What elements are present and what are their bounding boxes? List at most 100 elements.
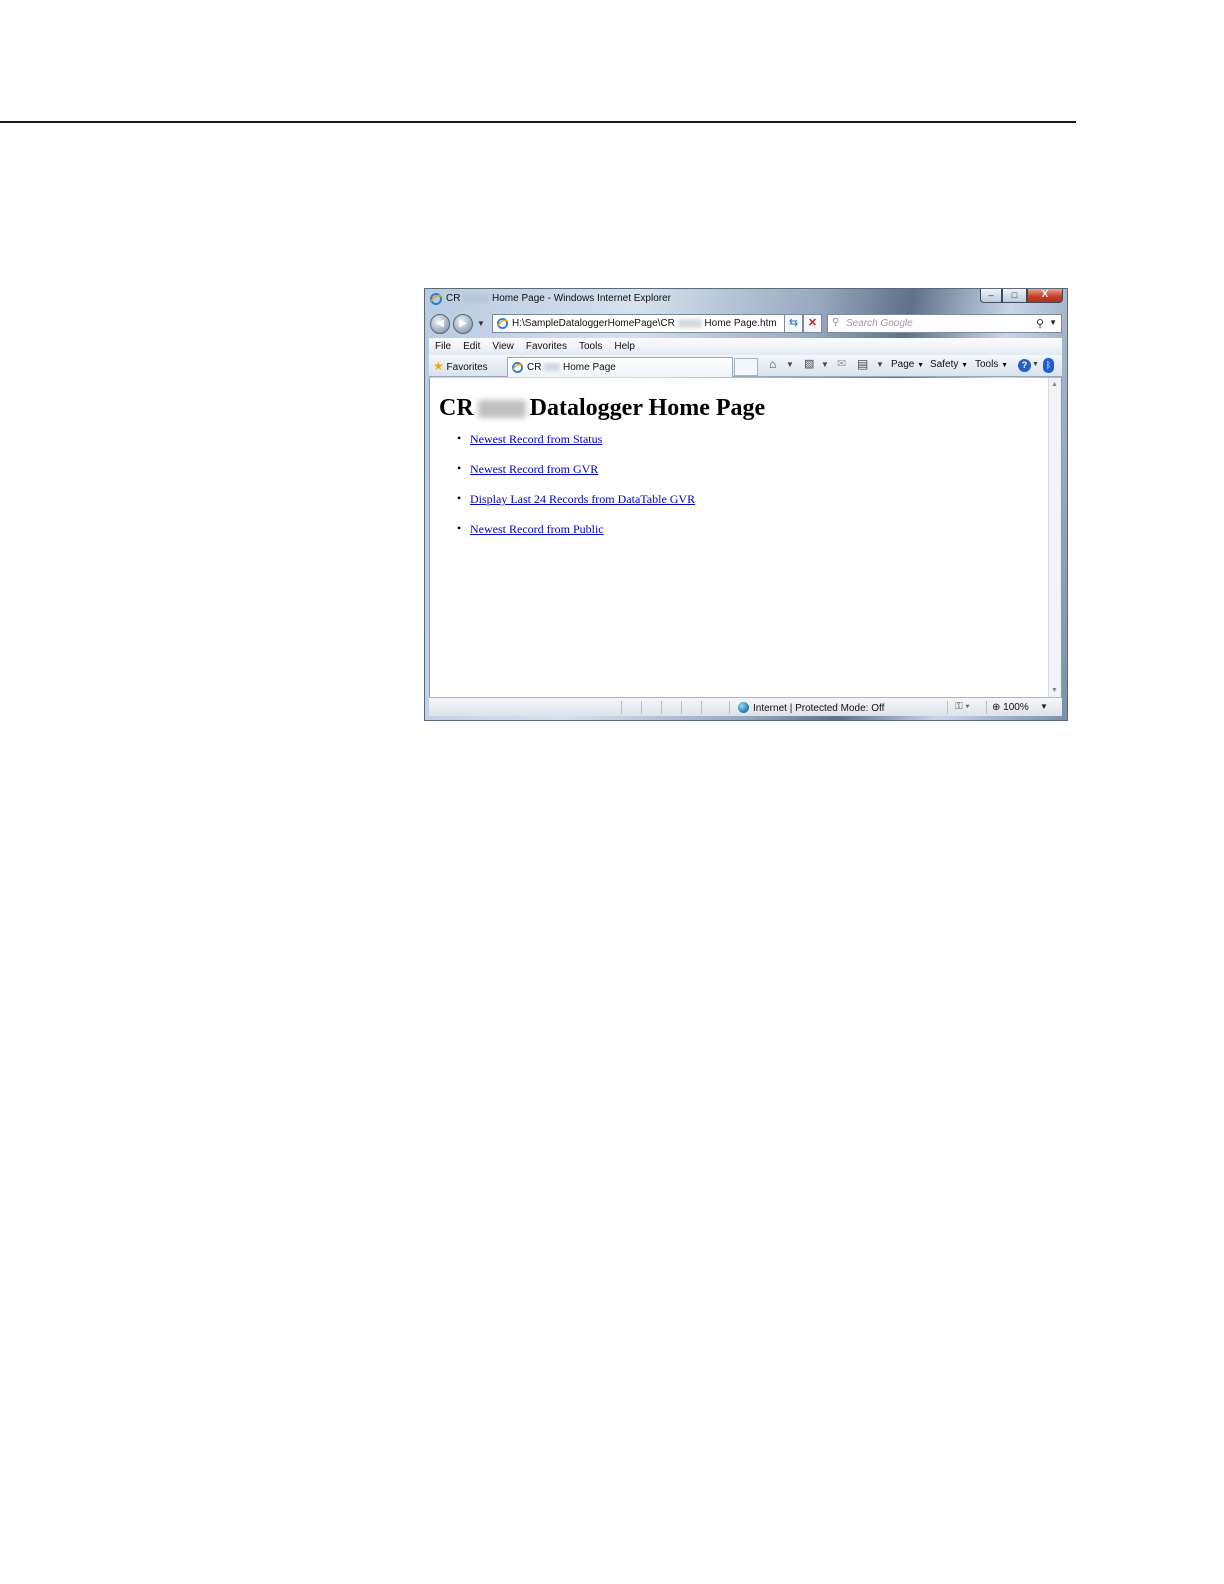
feeds-icon[interactable]: ▧ — [804, 357, 814, 370]
safety-menu-label: Safety — [930, 359, 959, 370]
refresh-button[interactable]: ⇆ — [784, 314, 803, 333]
address-suffix: Home Page.htm — [704, 318, 777, 329]
internet-globe-icon — [738, 702, 749, 713]
tab-title: CR Home Page — [527, 362, 616, 373]
protected-mode-icon[interactable]: ⚿ ▾ — [955, 701, 970, 712]
favorites-button[interactable]: ★ Favorites — [433, 359, 488, 373]
page-menu-dropdown-icon: ▼ — [917, 362, 925, 369]
tab-home-page[interactable]: CR Home Page — [507, 357, 733, 377]
address-prefix: H:\SampleDataloggerHomePage\CR — [512, 318, 675, 329]
link-last-24-records-gvr[interactable]: Display Last 24 Records from DataTable G… — [470, 492, 695, 506]
window-title-suffix: Home Page - Windows Internet Explorer — [492, 293, 671, 304]
tools-menu-label: Tools — [975, 359, 999, 370]
help-dropdown-icon[interactable]: ▼ — [1032, 361, 1039, 368]
status-divider — [947, 701, 948, 714]
search-provider-icon: ⚲ — [832, 317, 840, 328]
tools-menu-dropdown-icon: ▼ — [1001, 362, 1009, 369]
command-bar: ★ Favorites CR Home Page ⌂ ▼ ▧ ▼ ✉ ▤ ▼ P… — [429, 355, 1062, 377]
browser-window: CR Home Page - Windows Internet Explorer… — [424, 288, 1068, 721]
window-controls: – □ X — [980, 289, 1063, 303]
back-button[interactable]: ◀ — [430, 314, 450, 334]
title-bar[interactable]: CR Home Page - Windows Internet Explorer… — [425, 289, 1067, 309]
star-icon: ★ — [433, 359, 444, 373]
status-divider — [621, 701, 622, 714]
redacted-model-number — [544, 363, 561, 372]
tab-ie-icon — [512, 362, 523, 373]
search-icon[interactable]: ⚲ — [1036, 317, 1044, 330]
read-mail-icon[interactable]: ✉ — [837, 357, 846, 370]
status-divider — [701, 701, 702, 714]
menu-help[interactable]: Help — [608, 341, 641, 352]
feeds-dropdown-icon[interactable]: ▼ — [821, 360, 829, 369]
security-zone-status[interactable]: Internet | Protected Mode: Off — [738, 702, 884, 714]
home-icon[interactable]: ⌂ — [769, 357, 776, 371]
status-divider — [729, 701, 730, 714]
menu-bar: File Edit View Favorites Tools Help — [429, 338, 1062, 355]
window-title-prefix: CR — [446, 293, 461, 304]
menu-favorites[interactable]: Favorites — [520, 341, 573, 352]
page-title-suffix: Datalogger Home Page — [529, 395, 766, 421]
status-divider — [661, 701, 662, 714]
vertical-scrollbar[interactable]: ▲ ▼ — [1048, 378, 1061, 697]
print-dropdown-icon[interactable]: ▼ — [876, 360, 884, 369]
zoom-level-button[interactable]: ⊕ 100% — [992, 702, 1029, 713]
record-links-list: Newest Record from Status Newest Record … — [457, 431, 695, 552]
link-newest-record-status[interactable]: Newest Record from Status — [470, 432, 602, 446]
security-zone-text: Internet | Protected Mode: Off — [753, 703, 885, 714]
zoom-dropdown-icon[interactable]: ▼ — [1040, 702, 1048, 711]
menu-edit[interactable]: Edit — [457, 341, 486, 352]
page-ie-icon — [497, 318, 508, 329]
bluetooth-icon[interactable]: ᛒ — [1043, 358, 1054, 373]
page-title-prefix: CR — [439, 395, 474, 421]
maximize-button[interactable]: □ — [1002, 289, 1027, 303]
tab-title-prefix: CR — [527, 362, 542, 373]
help-icon[interactable]: ? — [1018, 359, 1031, 372]
scroll-up-arrow-icon[interactable]: ▲ — [1051, 381, 1058, 388]
status-divider — [681, 701, 682, 714]
print-icon[interactable]: ▤ — [857, 357, 868, 371]
address-bar[interactable]: H:\SampleDataloggerHomePage\CR Home Page… — [492, 314, 822, 333]
link-newest-record-public[interactable]: Newest Record from Public — [470, 522, 604, 536]
minimize-button[interactable]: – — [980, 289, 1002, 303]
link-newest-record-gvr[interactable]: Newest Record from GVR — [470, 462, 598, 476]
redacted-model-number — [677, 318, 702, 328]
page-title: CR Datalogger Home Page — [439, 395, 765, 422]
status-divider — [641, 701, 642, 714]
tab-title-suffix: Home Page — [563, 362, 616, 373]
page-menu-label: Page — [891, 359, 915, 370]
safety-menu-button[interactable]: Safety ▼ — [930, 359, 968, 370]
status-bar: Internet | Protected Mode: Off ⚿ ▾ ⊕ 100… — [429, 697, 1062, 716]
search-input[interactable]: Search Google — [846, 318, 913, 329]
close-button[interactable]: X — [1027, 289, 1063, 303]
address-text: H:\SampleDataloggerHomePage\CR Home Page… — [512, 318, 777, 329]
page-menu-button[interactable]: Page ▼ — [891, 359, 924, 370]
zoom-icon: ⊕ — [992, 702, 1001, 713]
favorites-label: Favorites — [446, 362, 488, 373]
search-options-dropdown-icon[interactable]: ▼ — [1049, 318, 1057, 327]
stop-button[interactable]: ✕ — [803, 314, 822, 333]
redacted-model-number — [477, 400, 526, 419]
scroll-down-arrow-icon[interactable]: ▼ — [1051, 687, 1058, 694]
page-content: CR Datalogger Home Page Newest Record fro… — [429, 378, 1062, 697]
status-divider — [986, 701, 987, 714]
window-title: CR Home Page - Windows Internet Explorer — [446, 293, 671, 304]
navigation-bar: ◀ ▶ ▼ H:\SampleDataloggerHomePage\CR Hom… — [425, 311, 1067, 337]
list-item: Newest Record from Public — [457, 521, 695, 552]
ie-logo-icon — [430, 293, 442, 305]
list-item: Newest Record from GVR — [457, 461, 695, 492]
recent-pages-dropdown-icon[interactable]: ▼ — [477, 319, 485, 328]
menu-file[interactable]: File — [429, 341, 457, 352]
menu-view[interactable]: View — [486, 341, 520, 352]
zoom-level-text: 100% — [1003, 702, 1029, 713]
forward-button[interactable]: ▶ — [453, 314, 473, 334]
list-item: Newest Record from Status — [457, 431, 695, 462]
redacted-model-number — [463, 293, 490, 303]
tools-menu-button[interactable]: Tools ▼ — [975, 359, 1008, 370]
list-item: Display Last 24 Records from DataTable G… — [457, 491, 695, 522]
menu-tools[interactable]: Tools — [573, 341, 608, 352]
safety-menu-dropdown-icon: ▼ — [961, 362, 969, 369]
home-dropdown-icon[interactable]: ▼ — [786, 360, 794, 369]
page-header-rule — [0, 121, 1076, 123]
search-box[interactable]: ⚲ Search Google ⚲ ▼ — [827, 314, 1062, 333]
new-tab-button[interactable] — [734, 358, 758, 376]
